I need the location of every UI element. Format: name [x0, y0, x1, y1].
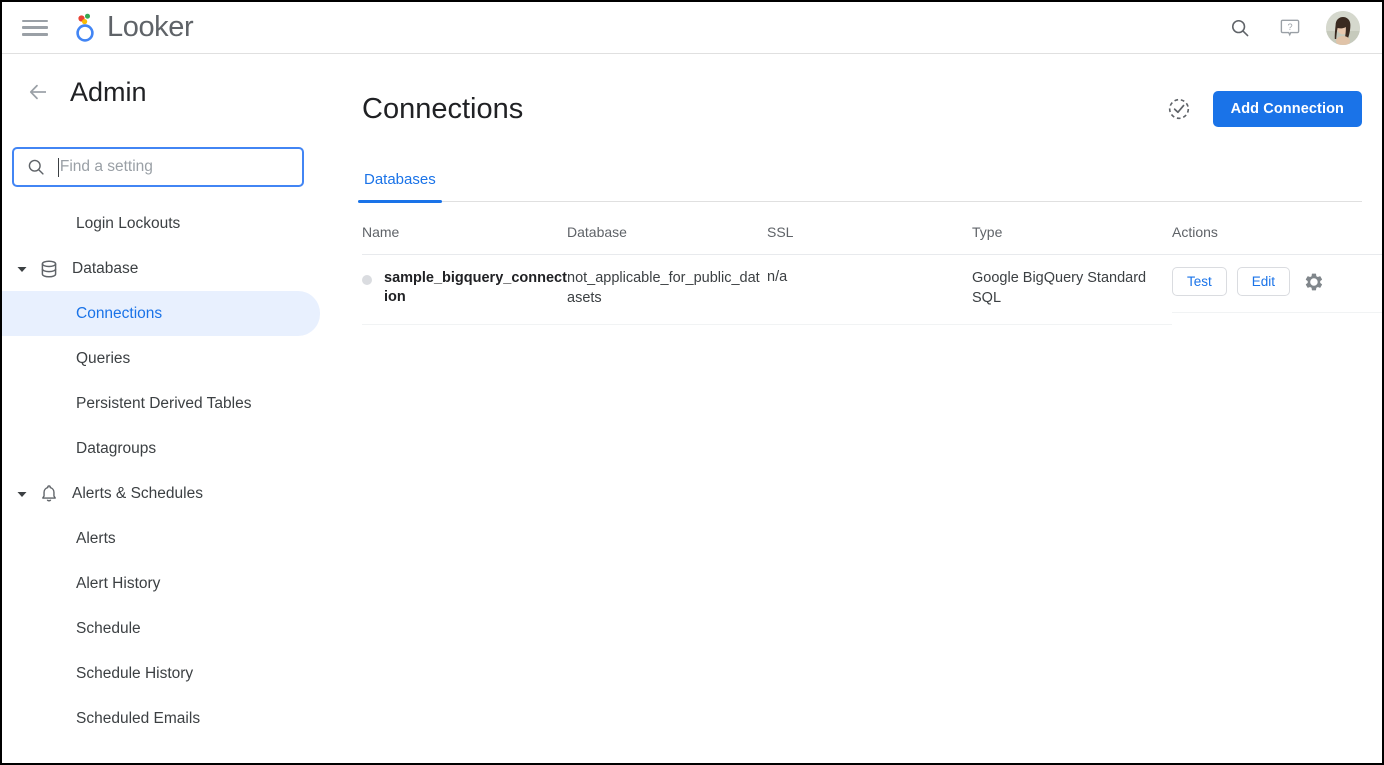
- sidebar-item-connections[interactable]: Connections: [2, 291, 320, 336]
- page-title: Admin: [70, 76, 147, 107]
- cell-name: sample_bigquery_connection: [362, 254, 567, 326]
- sidebar-nav: Login Lockouts Database Connections Quer…: [2, 201, 324, 741]
- sidebar-group-database[interactable]: Database: [2, 246, 324, 291]
- help-question-icon[interactable]: ?: [1276, 14, 1304, 42]
- sidebar-item-schedule-history[interactable]: Schedule History: [2, 651, 324, 696]
- brand-name: Looker: [107, 11, 194, 43]
- chevron-down-icon[interactable]: [10, 488, 34, 500]
- sidebar-item-label: Connections: [76, 304, 163, 322]
- connections-tabs: Databases: [358, 171, 1362, 203]
- check-circle-dashed-icon[interactable]: [1165, 95, 1193, 123]
- admin-header: Admin: [2, 55, 324, 129]
- table-header-row: Name Database SSL Type Actions: [362, 224, 1382, 255]
- sidebar-item-label: Login Lockouts: [76, 214, 181, 232]
- test-connection-button[interactable]: Test: [1172, 267, 1227, 296]
- cell-database: not_applicable_for_public_datasets: [567, 254, 767, 326]
- column-header-type: Type: [972, 224, 1172, 255]
- sidebar-item-schedule[interactable]: Schedule: [2, 606, 324, 651]
- gear-icon[interactable]: [1302, 270, 1326, 294]
- sidebar-item-login-lockouts[interactable]: Login Lockouts: [2, 201, 324, 246]
- connections-panel: Connections Add Connection Databases Nam…: [324, 55, 1382, 763]
- cell-ssl: n/a: [767, 254, 972, 326]
- cell-type: Google BigQuery Standard SQL: [972, 254, 1172, 326]
- bell-icon: [34, 483, 64, 505]
- sidebar-item-label: Alert History: [76, 574, 161, 592]
- add-connection-button[interactable]: Add Connection: [1212, 91, 1362, 127]
- svg-text:?: ?: [1287, 22, 1292, 32]
- sidebar-item-label: Scheduled Emails: [76, 709, 201, 727]
- sidebar-item-scheduled-emails[interactable]: Scheduled Emails: [2, 696, 324, 741]
- status-indicator-dot: [362, 275, 372, 285]
- top-bar: Looker ?: [2, 2, 1382, 54]
- sidebar-item-datagroups[interactable]: Datagroups: [2, 426, 324, 471]
- looker-brand[interactable]: Looker: [72, 11, 194, 44]
- sidebar-item-label: Persistent Derived Tables: [76, 394, 252, 412]
- sidebar-item-persistent-derived-tables[interactable]: Persistent Derived Tables: [2, 381, 324, 426]
- user-avatar[interactable]: [1326, 10, 1360, 45]
- sidebar-item-label: Database: [72, 259, 139, 277]
- topbar-actions: ?: [1226, 10, 1360, 45]
- sidebar-item-alert-history[interactable]: Alert History: [2, 561, 324, 606]
- column-header-actions: Actions: [1172, 224, 1382, 255]
- cell-actions: Test Edit: [1172, 255, 1382, 313]
- sidebar-item-label: Alerts: [76, 529, 116, 547]
- sidebar-item-label: Datagroups: [76, 439, 157, 457]
- connections-header: Connections Add Connection: [340, 55, 1382, 127]
- looker-admin-window: Looker ? Admin Find a setting Login Lock…: [0, 0, 1384, 765]
- sidebar-item-label: Schedule History: [76, 664, 194, 682]
- sidebar-item-label: Schedule: [76, 619, 141, 637]
- connection-name: sample_bigquery_connection: [384, 270, 567, 306]
- hamburger-menu-icon[interactable]: [22, 18, 48, 38]
- table-row: sample_bigquery_connection not_applicabl…: [362, 254, 1382, 326]
- looker-logo-icon: [72, 12, 102, 44]
- sidebar-group-alerts-schedules[interactable]: Alerts & Schedules: [2, 471, 324, 516]
- setting-search-box[interactable]: [12, 147, 304, 187]
- admin-sidebar: Admin Login Lockouts: [2, 55, 324, 763]
- database-icon: [34, 258, 64, 280]
- tab-databases[interactable]: Databases: [358, 171, 442, 203]
- connections-title: Connections: [362, 92, 524, 125]
- chevron-down-icon[interactable]: [10, 263, 34, 275]
- column-header-name: Name: [362, 224, 567, 255]
- back-arrow-icon[interactable]: [24, 77, 54, 107]
- search-input[interactable]: [59, 158, 290, 176]
- connections-table: Name Database SSL Type Actions sample_bi…: [362, 224, 1382, 326]
- sidebar-item-queries[interactable]: Queries: [2, 336, 324, 381]
- search-icon: [26, 157, 46, 177]
- text-caret: [58, 157, 59, 177]
- sidebar-item-label: Alerts & Schedules: [72, 484, 203, 502]
- sidebar-item-label: Queries: [76, 349, 131, 367]
- column-header-ssl: SSL: [767, 224, 972, 255]
- sidebar-item-alerts[interactable]: Alerts: [2, 516, 324, 561]
- column-header-database: Database: [567, 224, 767, 255]
- edit-connection-button[interactable]: Edit: [1236, 267, 1291, 296]
- header-actions: Add Connection: [1165, 91, 1362, 127]
- search-icon[interactable]: [1226, 14, 1254, 42]
